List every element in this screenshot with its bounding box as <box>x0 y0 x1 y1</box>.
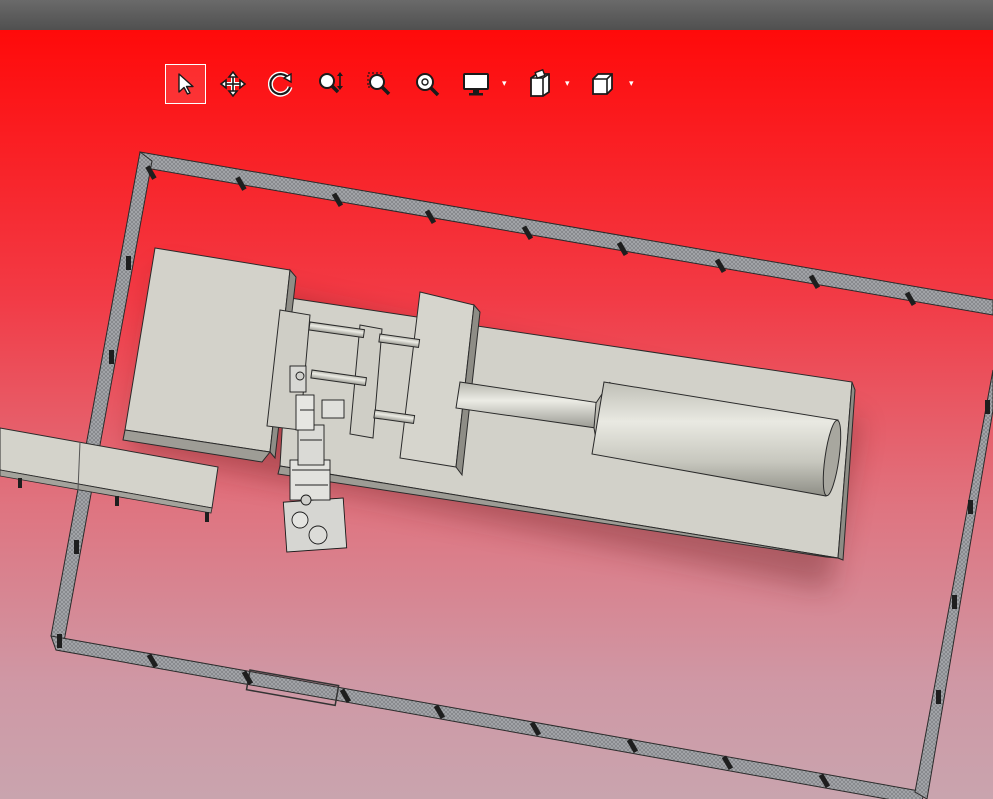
display-style-dropdown-caret[interactable]: ▾ <box>502 79 507 89</box>
move-arrows-icon <box>219 70 247 98</box>
zoom-fit-button[interactable] <box>408 64 446 104</box>
box-view-dropdown-caret[interactable]: ▾ <box>629 79 634 89</box>
monitor-icon <box>463 73 489 96</box>
view-orientation-button[interactable] <box>520 64 558 104</box>
pan-tool-button[interactable] <box>214 64 252 104</box>
zoom-fit-icon <box>416 73 440 97</box>
zoom-window-icon <box>367 72 391 96</box>
view-orientation-dropdown-caret[interactable]: ▾ <box>565 79 570 89</box>
zoom-tool-button[interactable] <box>311 64 349 104</box>
scene-canvas[interactable] <box>0 30 993 799</box>
window-title-bar <box>0 0 993 31</box>
zoom-updown-icon <box>319 72 343 94</box>
box-view-button[interactable] <box>583 64 621 104</box>
cursor-arrow-icon <box>177 73 194 95</box>
rotate-tool-button[interactable] <box>262 64 300 104</box>
3d-viewport[interactable]: ▾ ▾ ▾ <box>0 30 993 799</box>
select-tool-button[interactable] <box>165 64 206 104</box>
cube-icon <box>592 73 613 95</box>
rotate-icon <box>267 71 293 97</box>
display-style-button[interactable] <box>457 64 495 104</box>
zoom-window-button[interactable] <box>360 64 398 104</box>
view-orientation-icon <box>530 69 550 97</box>
